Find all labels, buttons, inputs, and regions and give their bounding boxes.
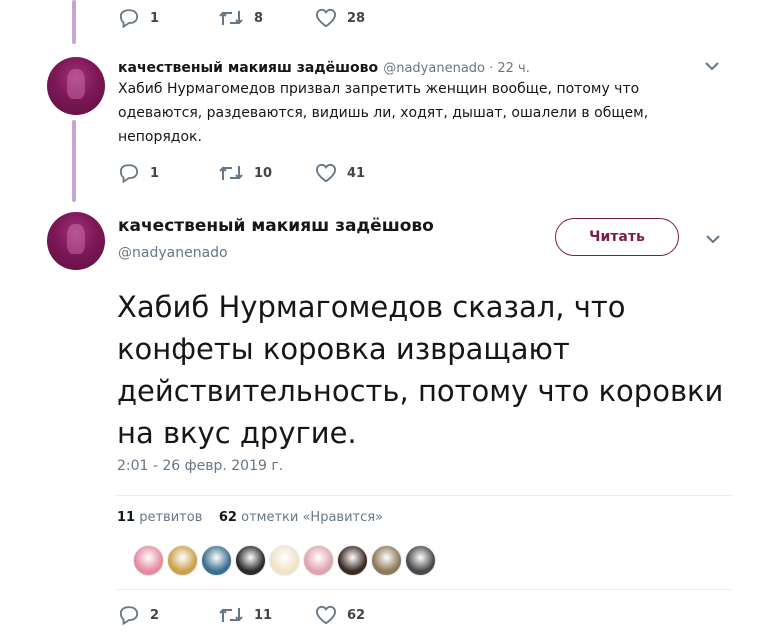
heart-icon [315,8,337,28]
chevron-down-icon[interactable] [705,234,721,244]
engagement-stats: 11 ретвитов 62 отметки «Нравится» [117,510,383,525]
like-button[interactable]: 41 [315,163,365,183]
reply-button[interactable]: 1 [118,8,218,28]
reply-count: 1 [150,10,160,26]
likes-stat[interactable]: 62 отметки «Нравится» [219,510,383,525]
retweet-icon [219,608,243,622]
divider [117,495,732,496]
avatar[interactable] [47,212,105,270]
tweet-text: Хабиб Нурмагомедов призвал запретить жен… [118,81,649,145]
tweet-time[interactable]: · 22 ч. [485,61,530,76]
like-button[interactable]: 62 [315,605,365,625]
retweet-button[interactable]: 10 [218,164,315,182]
divider [117,589,732,590]
user-handle[interactable]: @nadyanenado [118,245,228,261]
retweet-button[interactable]: 11 [218,606,315,624]
user-handle[interactable]: @nadyanenado [383,61,485,76]
retweet-count: 10 [254,165,273,181]
retweet-count: 8 [254,10,264,26]
likes-label: отметки «Нравится» [241,510,384,525]
retweets-stat[interactable]: 11 ретвитов [117,510,202,525]
liker-avatar-2[interactable] [167,545,198,576]
display-name[interactable]: качественый макияш задёшово [118,60,378,76]
retweet-button[interactable]: 8 [218,9,315,27]
reply-button[interactable]: 1 [118,163,218,183]
heart-icon [315,605,337,625]
retweet-icon [219,166,243,180]
like-button[interactable]: 28 [315,8,365,28]
reply-icon [119,9,139,28]
like-count: 62 [347,607,366,623]
liker-avatar-3[interactable] [201,545,232,576]
reply-icon [119,606,139,625]
retweets-number: 11 [117,510,136,525]
reply-count: 1 [150,165,160,181]
heart-icon [315,163,337,183]
main-tweet-actions: 2 11 62 [118,605,365,625]
like-count: 41 [347,165,366,181]
thread-line-top [72,0,76,44]
thread-line-middle [72,120,76,202]
retweet-count: 11 [254,607,273,623]
chevron-down-icon[interactable] [704,61,720,71]
main-tweet-text: Хабиб Нурмагомедов сказал, что конфеты к… [117,290,724,450]
retweets-label: ретвитов [139,510,203,525]
liker-avatar-6[interactable] [303,545,334,576]
display-name[interactable]: качественый макияш задёшово [118,216,434,236]
liker-avatar-8[interactable] [371,545,402,576]
reply-tweet-actions: 1 10 41 [118,163,365,183]
liker-avatar-5[interactable] [269,545,300,576]
liker-avatar-7[interactable] [337,545,368,576]
tweet-header: качественый макияш задёшово @nadyanenado… [118,57,530,76]
avatar[interactable] [47,57,105,115]
tweet-timestamp[interactable]: 2:01 - 26 февр. 2019 г. [117,458,283,474]
reply-icon [119,164,139,183]
top-tweet-actions: 1 8 28 [118,8,365,28]
liker-avatar-1[interactable] [133,545,164,576]
likes-number: 62 [218,510,237,525]
reply-count: 2 [150,607,160,623]
liker-avatar-9[interactable] [405,545,436,576]
liker-avatar-4[interactable] [235,545,266,576]
like-count: 28 [347,10,366,26]
follow-button[interactable]: Читать [555,218,679,256]
reply-button[interactable]: 2 [118,605,218,625]
retweet-icon [219,11,243,25]
